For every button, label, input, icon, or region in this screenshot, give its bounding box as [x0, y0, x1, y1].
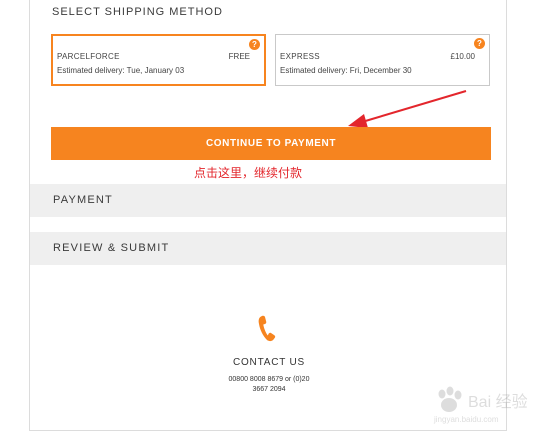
help-icon[interactable]: ? — [249, 39, 260, 50]
payment-section-header[interactable]: PAYMENT — [30, 184, 506, 217]
shipping-option-price: £10.00 — [450, 52, 475, 61]
contact-us-title: CONTACT US — [232, 357, 306, 368]
shipping-option-express[interactable]: ? EXPRESS £10.00 Estimated delivery: Fri… — [275, 34, 490, 86]
watermark-text: Bai 经验 — [468, 394, 528, 411]
help-icon[interactable]: ? — [474, 38, 485, 49]
shipping-option-price: FREE — [228, 52, 250, 61]
shipping-option-eta: Estimated delivery: Tue, January 03 — [57, 66, 185, 75]
watermark-url: jingyan.baidu.com — [434, 415, 499, 424]
shipping-option-name: EXPRESS — [280, 52, 320, 61]
baidu-watermark: Bai 经验 jingyan.baidu.com — [430, 382, 550, 430]
shipping-option-name: PARCELFORCE — [57, 52, 120, 61]
shipping-option-parcelforce[interactable]: ? PARCELFORCE FREE Estimated delivery: T… — [51, 34, 266, 86]
shipping-section-title: SELECT SHIPPING METHOD — [52, 6, 223, 18]
continue-to-payment-button[interactable]: CONTINUE TO PAYMENT — [51, 127, 491, 160]
annotation-text: 点击这里，继续付款 — [194, 166, 303, 180]
phone-icon — [258, 315, 276, 342]
review-submit-section-header[interactable]: REVIEW & SUBMIT — [30, 232, 506, 265]
shipping-option-eta: Estimated delivery: Fri, December 30 — [280, 66, 412, 75]
paw-icon — [438, 386, 462, 412]
annotation-arrow — [348, 90, 467, 128]
